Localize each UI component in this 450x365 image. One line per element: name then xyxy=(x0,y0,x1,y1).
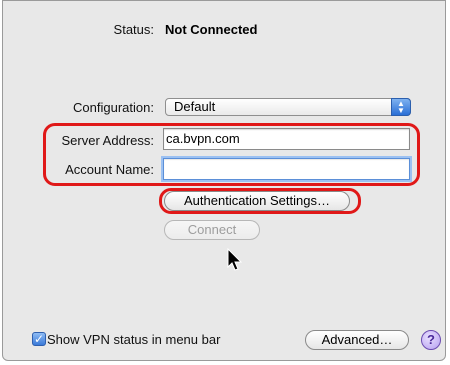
help-button[interactable]: ? xyxy=(421,330,441,350)
configuration-value: Default xyxy=(174,99,216,114)
authentication-settings-button[interactable]: Authentication Settings… xyxy=(164,191,350,211)
show-vpn-status-checkbox[interactable]: ✓ xyxy=(32,332,46,346)
select-arrows-icon: ▲ ▼ xyxy=(391,98,411,116)
configuration-label: Configuration: xyxy=(73,100,154,115)
server-address-label: Server Address: xyxy=(61,133,155,148)
server-address-field[interactable]: ca.bvpn.com xyxy=(163,128,410,150)
account-name-field[interactable] xyxy=(163,158,410,180)
mouse-pointer-icon xyxy=(227,247,243,275)
advanced-button[interactable]: Advanced… xyxy=(305,330,409,350)
status-value: Not Connected xyxy=(165,22,258,37)
connect-button[interactable]: Connect xyxy=(164,220,260,240)
configuration-select[interactable]: Default ▲ ▼ xyxy=(165,98,411,116)
show-vpn-status-label: Show VPN status in menu bar xyxy=(47,332,221,347)
account-name-label: Account Name: xyxy=(65,162,154,177)
vpn-settings-panel: Status: Not Connected Configuration: Def… xyxy=(2,0,446,361)
status-label: Status: xyxy=(113,22,154,37)
server-address-value: ca.bvpn.com xyxy=(166,131,240,146)
